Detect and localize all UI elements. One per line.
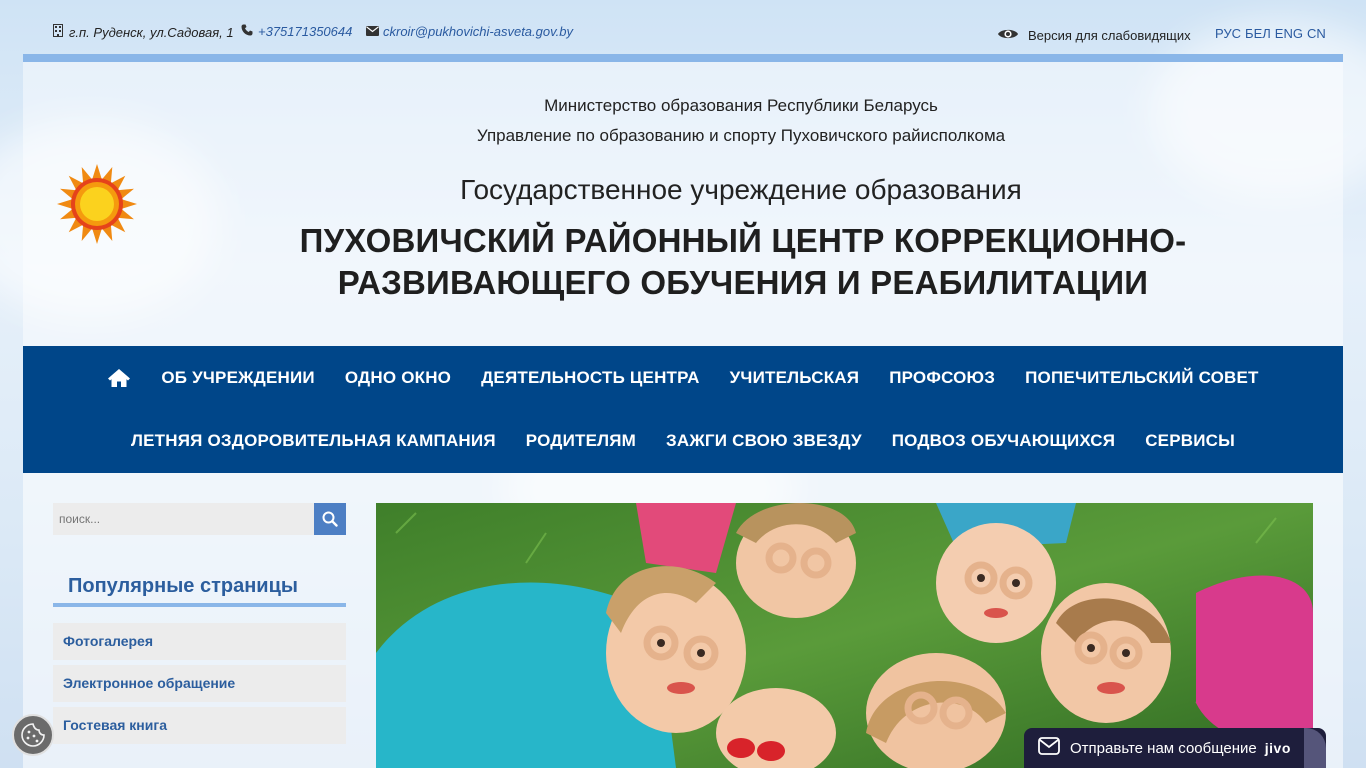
nav-summer-campaign[interactable]: ЛЕТНЯЯ ОЗДОРОВИТЕЛЬНАЯ КАМПАНИЯ	[131, 429, 496, 453]
lang-eng[interactable]: ENG	[1275, 26, 1303, 41]
divider	[53, 603, 346, 607]
popular-item-photo-gallery[interactable]: Фотогалерея	[53, 623, 346, 660]
visually-impaired-link[interactable]: Версия для слабовидящих	[997, 24, 1191, 47]
address: г.п. Руденск, ул.Садовая, 1	[52, 24, 234, 40]
search-form	[53, 503, 346, 535]
department-name: Управление по образованию и спорту Пухов…	[476, 126, 1006, 145]
main-navigation: ОБ УЧРЕЖДЕНИИ ОДНО ОКНО ДЕЯТЕЛЬНОСТЬ ЦЕН…	[23, 346, 1343, 473]
lang-bel[interactable]: БЕЛ	[1245, 26, 1271, 41]
phone-link[interactable]: +375171350644	[258, 24, 352, 39]
top-bar: г.п. Руденск, ул.Садовая, 1 +37517135064…	[0, 0, 1366, 56]
nav-board-of-trustees[interactable]: ПОПЕЧИТЕЛЬСКИЙ СОВЕТ	[1025, 366, 1259, 390]
nav-teachers-room[interactable]: УЧИТЕЛЬСКАЯ	[730, 366, 860, 390]
site-header: Министерство образования Республики Бела…	[23, 54, 1343, 346]
cookie-settings-button[interactable]	[12, 714, 54, 756]
message-icon	[1038, 737, 1060, 759]
eye-icon	[997, 24, 1019, 47]
search-icon	[322, 511, 338, 527]
ministry-name: Министерство образования Республики Бела…	[544, 96, 938, 115]
home-icon	[108, 369, 131, 387]
popular-item-guestbook[interactable]: Гостевая книга	[53, 707, 346, 744]
popular-pages-list: Фотогалерея Электронное обращение Гостев…	[53, 623, 346, 749]
institution-type: Государственное учреждение образования	[460, 174, 1022, 205]
nav-student-transport[interactable]: ПОДВОЗ ОБУЧАЮЩИХСЯ	[892, 429, 1115, 453]
nav-light-your-star[interactable]: ЗАЖГИ СВОЮ ЗВЕЗДУ	[666, 429, 862, 453]
site-title: ПУХОВИЧСКИЙ РАЙОННЫЙ ЦЕНТР КОРРЕКЦИОННО-…	[299, 222, 1187, 301]
home-link[interactable]	[107, 366, 131, 390]
phone[interactable]: +375171350644	[241, 24, 352, 39]
email[interactable]: ckroir@pukhovichi-asveta.gov.by	[366, 24, 573, 39]
nav-row: ЛЕТНЯЯ ОЗДОРОВИТЕЛЬНАЯ КАМПАНИЯ РОДИТЕЛЯ…	[23, 429, 1343, 453]
popular-pages-heading: Популярные страницы	[68, 575, 298, 597]
nav-center-activity[interactable]: ДЕЯТЕЛЬНОСТЬ ЦЕНТРА	[481, 366, 700, 390]
search-input[interactable]	[53, 503, 314, 535]
nav-services[interactable]: СЕРВИСЫ	[1145, 429, 1235, 453]
language-switcher: РУС БЕЛ ENG CN	[1215, 26, 1326, 41]
email-link[interactable]: ckroir@pukhovichi-asveta.gov.by	[383, 24, 573, 39]
nav-one-window[interactable]: ОДНО ОКНО	[345, 366, 451, 390]
nav-about[interactable]: ОБ УЧРЕЖДЕНИИ	[161, 366, 315, 390]
lang-cn[interactable]: CN	[1307, 26, 1326, 41]
nav-trade-union[interactable]: ПРОФСОЮЗ	[889, 366, 995, 390]
search-button[interactable]	[314, 503, 346, 535]
cookie-icon	[21, 723, 45, 747]
visually-impaired-label: Версия для слабовидящих	[1028, 28, 1191, 43]
chat-widget[interactable]: Отправьте нам сообщение jivo	[1024, 728, 1326, 768]
nav-parents[interactable]: РОДИТЕЛЯМ	[526, 429, 636, 453]
jivo-logo: jivo	[1264, 740, 1291, 756]
building-icon	[52, 24, 64, 40]
nav-row: ОБ УЧРЕЖДЕНИИ ОДНО ОКНО ДЕЯТЕЛЬНОСТЬ ЦЕН…	[23, 366, 1343, 390]
chat-avatar	[1304, 728, 1326, 768]
phone-icon	[241, 24, 253, 39]
lang-rus[interactable]: РУС	[1215, 26, 1241, 41]
chat-label: Отправьте нам сообщение	[1070, 739, 1257, 757]
envelope-icon	[366, 24, 379, 39]
popular-item-e-appeal[interactable]: Электронное обращение	[53, 665, 346, 702]
address-text: г.п. Руденск, ул.Садовая, 1	[69, 24, 234, 40]
